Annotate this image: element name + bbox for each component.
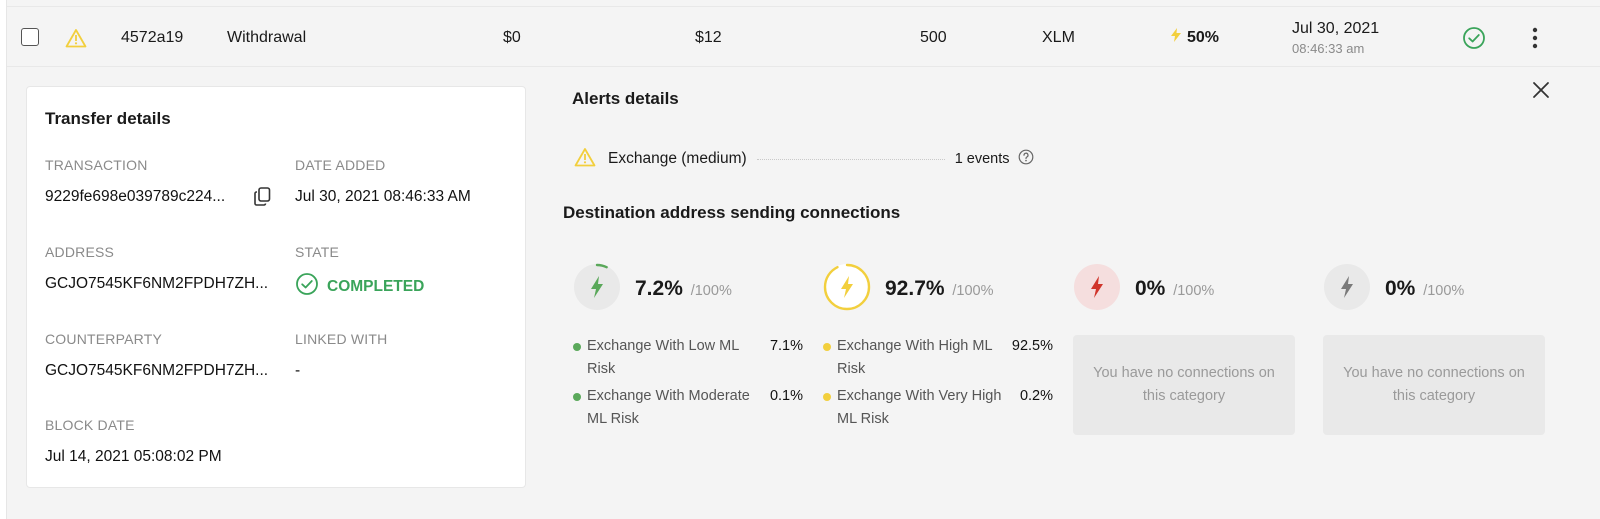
progress-ring [823,263,871,311]
transaction-value: 9229fe698e039789c224... [45,188,226,205]
progress-ring [1074,264,1120,310]
counterparty-value: GCJO7545KF6NM2FPDH7ZH... [45,362,269,379]
more-vertical-icon[interactable] [1531,7,1539,68]
state-value: COMPLETED [327,277,425,295]
connection-items: Exchange With Low ML Risk 7.1% Exchange … [573,335,803,435]
quantity-cell: 500 [920,28,947,46]
date-cell: Jul 30, 2021 08:46:33 am [1292,7,1379,68]
counterparty-label: COUNTERPARTY [45,331,163,347]
transaction-id: 4572a19 [121,28,184,46]
block-date-value: Jul 14, 2021 05:08:02 PM [45,448,222,465]
linked-with-value: - [295,362,301,379]
legend-dot [573,343,581,351]
list-item: Exchange With Very High ML Risk 0.2% [823,385,1053,435]
asset-cell: XLM [1042,28,1075,46]
warning-icon [65,7,87,68]
table-row[interactable]: 4572a19 Withdrawal $0 $12 500 XLM 50% Ju… [7,6,1600,67]
risk-score: 50% [1171,7,1219,68]
progress-ring [573,263,621,311]
warning-icon [574,147,596,172]
legend-dot [823,343,831,351]
card-title: Transfer details [45,109,171,128]
list-item: Exchange With Low ML Risk 7.1% [573,335,803,385]
connection-percent: 0% /100% [1385,277,1465,300]
dotted-leader [756,158,945,160]
date-added-label: DATE ADDED [295,157,386,173]
status-badge: COMPLETED [295,272,424,301]
address-value: GCJO7545KF6NM2FPDH7ZH... [45,275,269,292]
address-label: ADDRESS [45,244,115,260]
alert-item: Exchange (medium) 1 events [574,146,1054,172]
legend-dot [823,393,831,401]
list-item: Exchange With High ML Risk 92.5% [823,335,1053,385]
lightning-icon [1171,28,1181,47]
transaction-label: TRANSACTION [45,157,148,173]
block-date-label: BLOCK DATE [45,417,135,433]
empty-state: You have no connections on this category [1323,335,1545,435]
close-icon[interactable] [1531,80,1551,105]
value-usd-cell: $12 [695,28,722,46]
copy-icon[interactable] [254,187,271,211]
time-text: 08:46:33 am [1292,40,1365,56]
transfer-details-card: Transfer details TRANSACTION 9229fe698e0… [26,86,526,488]
connection-items: Exchange With High ML Risk 92.5% Exchang… [823,335,1053,435]
transaction-panel: 4572a19 Withdrawal $0 $12 500 XLM 50% Ju… [6,0,1600,519]
check-circle-icon [295,272,319,301]
empty-state: You have no connections on this category [1073,335,1295,435]
linked-with-label: LINKED WITH [295,331,388,347]
legend-dot [573,393,581,401]
connection-percent: 92.7% /100% [885,277,994,300]
progress-ring [1324,264,1370,310]
help-circle-icon[interactable] [1018,149,1034,170]
alerts-title: Alerts details [572,89,679,108]
destination-title: Destination address sending connections [563,203,901,222]
connection-percent: 0% /100% [1135,277,1215,300]
transaction-type: Withdrawal [227,28,307,46]
row-checkbox[interactable] [21,28,39,46]
value-cell: $0 [503,28,521,46]
list-item: Exchange With Moderate ML Risk 0.1% [573,385,803,435]
alert-count: 1 events [954,151,1010,167]
date-text: Jul 30, 2021 [1292,19,1380,37]
alert-label: Exchange (medium) [608,150,747,167]
state-label: STATE [295,244,340,260]
connection-percent: 7.2% /100% [635,277,732,300]
date-added-value: Jul 30, 2021 08:46:33 AM [295,188,471,205]
check-circle-icon [1462,7,1486,68]
risk-score-value: 50% [1187,28,1220,46]
